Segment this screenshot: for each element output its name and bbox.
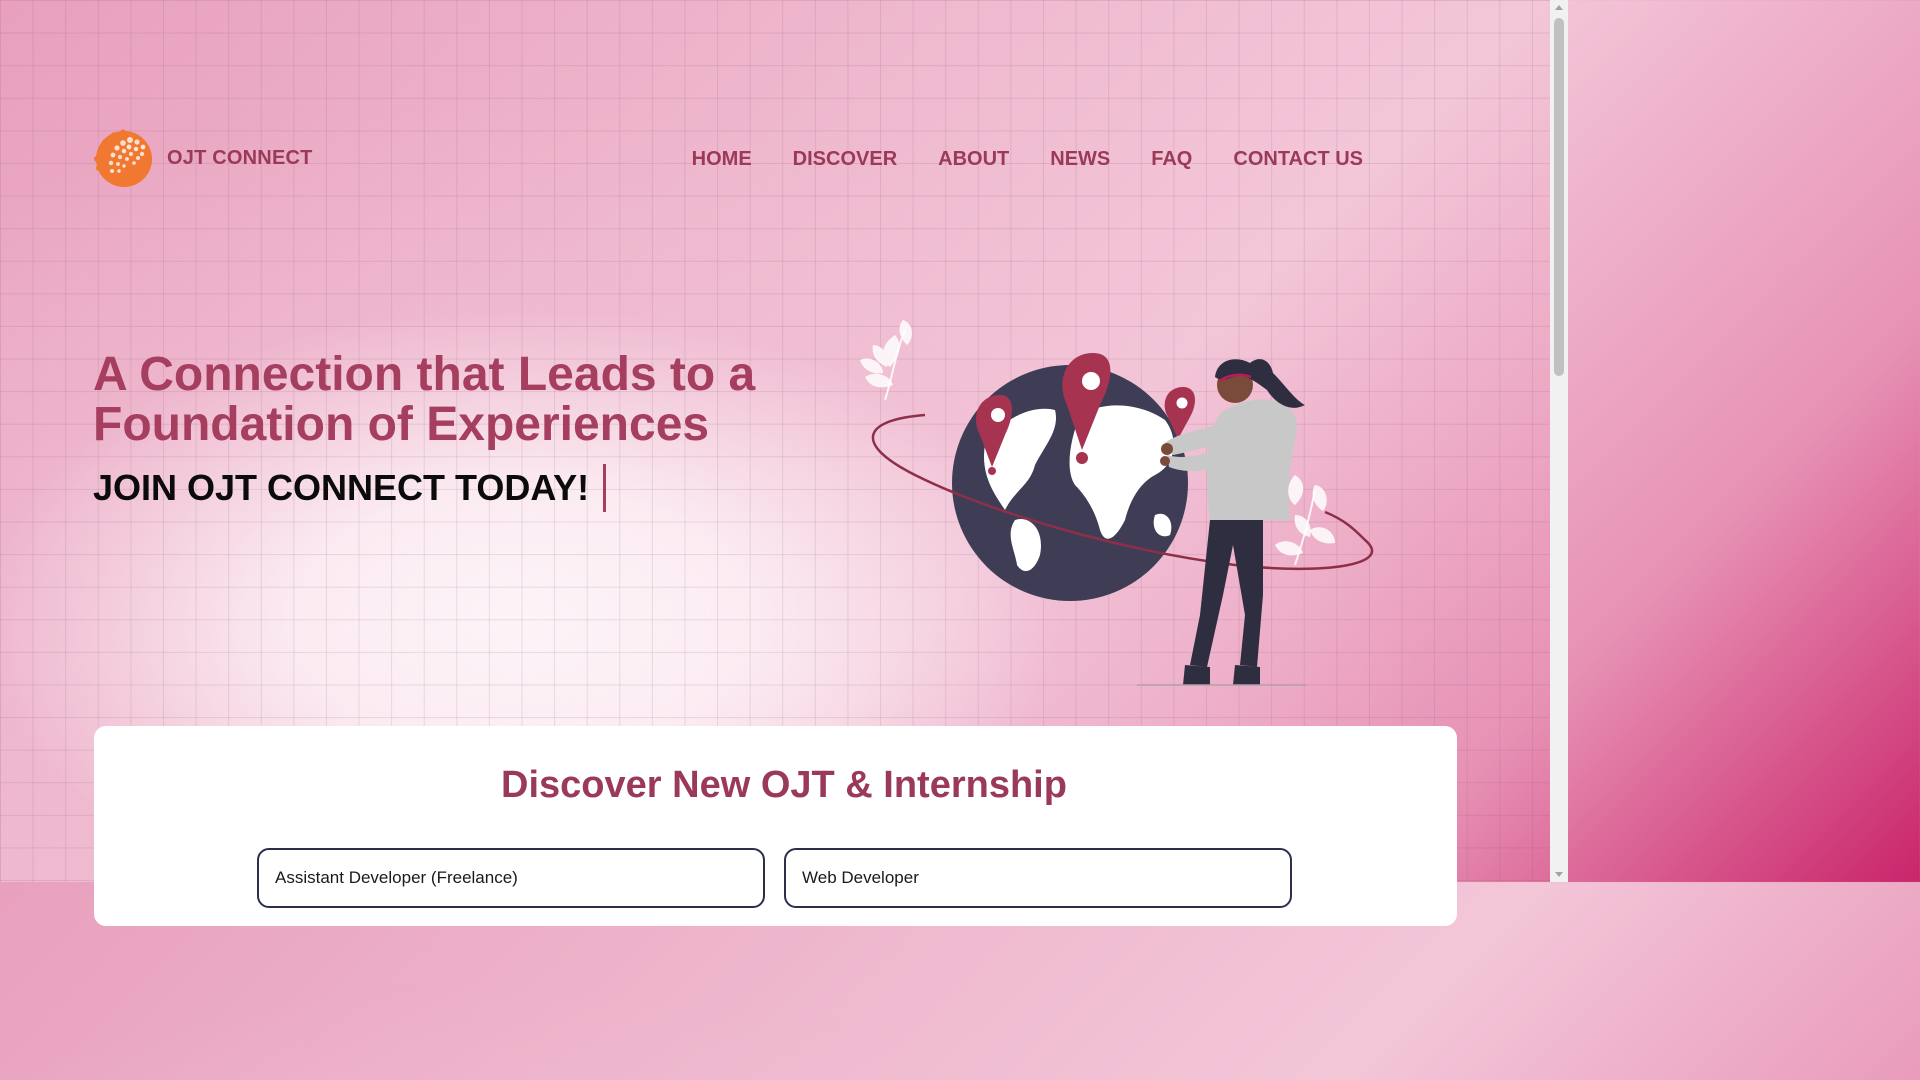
discover-title: Discover New OJT & Internship	[501, 764, 1067, 806]
nav-about[interactable]: ABOUT	[938, 148, 1009, 171]
nav-home[interactable]: HOME	[692, 148, 752, 171]
job-title: Web Developer	[802, 868, 919, 887]
brand[interactable]: OJT CONNECT	[93, 128, 313, 188]
ojt-connect-logo-icon	[94, 129, 152, 187]
job-card[interactable]: Web Developer	[784, 848, 1292, 908]
nav-faq[interactable]: FAQ	[1151, 148, 1192, 171]
hero-subtitle-text: JOIN OJT CONNECT TODAY!	[93, 467, 590, 508]
main-nav: HOME DISCOVER ABOUT NEWS FAQ CONTACT US	[692, 148, 1363, 171]
scroll-down-arrow-icon[interactable]	[1555, 872, 1563, 877]
brand-name: OJT CONNECT	[167, 146, 313, 169]
scrollbar-thumb[interactable]	[1554, 18, 1564, 376]
typing-caret	[603, 464, 607, 512]
hero-title: A Connection that Leads to a Foundation …	[93, 348, 756, 451]
globe-illustration	[860, 320, 1374, 686]
job-card[interactable]: Assistant Developer (Freelance)	[257, 848, 765, 908]
scroll-up-arrow-icon[interactable]	[1555, 5, 1563, 10]
site-header: OJT CONNECT HOME DISCOVER ABOUT NEWS FAQ…	[93, 128, 1363, 190]
nav-discover[interactable]: DISCOVER	[793, 148, 897, 171]
nav-news[interactable]: NEWS	[1050, 148, 1110, 171]
vertical-scrollbar[interactable]	[1550, 0, 1568, 882]
job-title: Assistant Developer (Freelance)	[275, 868, 518, 887]
nav-contact-us[interactable]: CONTACT US	[1233, 148, 1363, 171]
hero-subtitle: JOIN OJT CONNECT TODAY!	[93, 464, 607, 512]
